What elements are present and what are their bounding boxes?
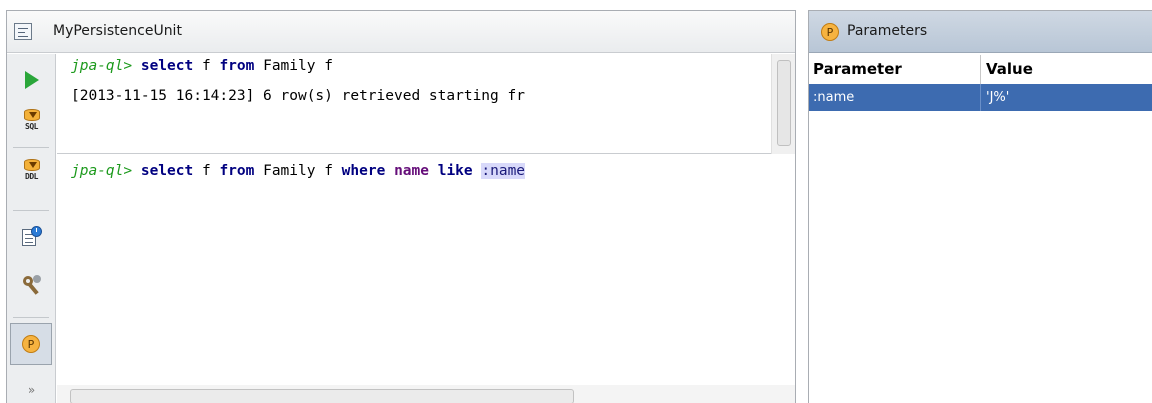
table-header-row: Parameter Value <box>809 55 1152 84</box>
output-query-line: jpa-ql> select f from Family f <box>71 58 333 74</box>
column-header-parameter[interactable]: Parameter <box>809 55 981 84</box>
wrench-icon <box>21 273 43 295</box>
history-icon <box>21 226 43 248</box>
history-button[interactable] <box>7 217 56 257</box>
output-vertical-scrollbar[interactable] <box>771 54 795 154</box>
column-header-value[interactable]: Value <box>982 55 1152 84</box>
console-header: MyPersistenceUnit <box>7 11 795 53</box>
console-input-editor[interactable]: jpa-ql> select f from Family f where nam… <box>57 155 795 385</box>
input-query-line[interactable]: jpa-ql> select f from Family f where nam… <box>71 163 526 179</box>
parameters-title: Parameters <box>847 23 928 39</box>
console-icon <box>14 23 32 40</box>
more-tools-button[interactable]: » <box>7 376 56 403</box>
parameters-table: Parameter Value :name 'J%' <box>809 55 1152 111</box>
parameters-panel-icon: P <box>821 23 839 41</box>
console-toolbar: SQL DDL P » <box>7 54 56 403</box>
parameter-value-cell[interactable]: 'J%' <box>982 84 1152 111</box>
console-title: MyPersistenceUnit <box>53 23 182 39</box>
highlighted-parameter: :name <box>481 163 526 179</box>
parameter-name-cell[interactable]: :name <box>809 84 981 111</box>
parameters-header: P Parameters <box>809 11 1152 53</box>
sql-button[interactable]: SQL <box>7 102 56 142</box>
output-log-line: [2013-11-15 16:14:23] 6 row(s) retrieved… <box>71 88 525 104</box>
parameters-toggle-button[interactable]: P <box>10 323 52 365</box>
ddl-database-icon: DDL <box>21 159 43 185</box>
vertical-scroll-thumb[interactable] <box>777 60 791 146</box>
editor-horizontal-scrollbar[interactable] <box>57 385 795 403</box>
horizontal-scroll-thumb[interactable] <box>70 389 574 403</box>
run-button[interactable] <box>7 60 56 100</box>
table-row[interactable]: :name 'J%' <box>809 84 1152 111</box>
ddl-button[interactable]: DDL <box>7 152 56 192</box>
settings-button[interactable] <box>7 264 56 304</box>
run-icon <box>24 71 39 89</box>
parameters-panel: P Parameters Parameter Value :name 'J%' <box>808 10 1152 403</box>
console-output[interactable]: jpa-ql> select f from Family f [2013-11-… <box>57 54 771 154</box>
parameters-icon: P <box>22 335 40 353</box>
console-panel: MyPersistenceUnit SQL DDL P » jpa-ql> se… <box>6 10 796 403</box>
sql-database-icon: SQL <box>21 109 43 135</box>
